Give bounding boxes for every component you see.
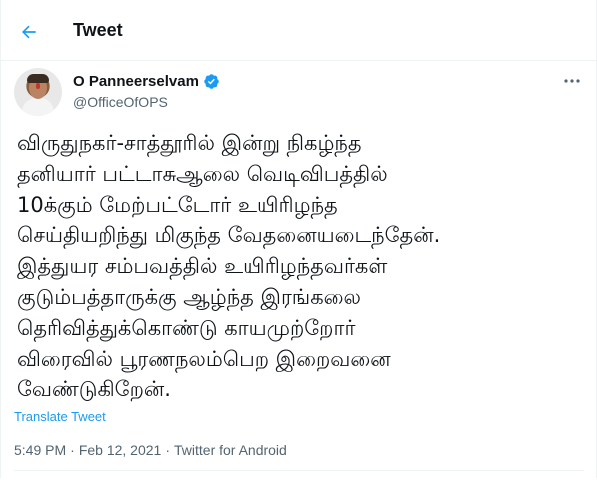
author-name-label: O Panneerselvam — [73, 73, 199, 90]
tweet-date[interactable]: Feb 12, 2021 — [79, 442, 162, 458]
meta-separator: · — [70, 442, 75, 458]
tweet-metadata: 5:49 PM · Feb 12, 2021 · Twitter for And… — [14, 442, 287, 458]
author-handle[interactable]: @OfficeOfOPS — [73, 94, 168, 110]
avatar[interactable] — [14, 68, 62, 116]
tweet-source[interactable]: Twitter for Android — [174, 442, 287, 458]
header-divider — [1, 60, 597, 61]
tweet-text: விருதுநகர்-சாத்தூரில் இன்று நிகழ்ந்த தனி… — [17, 131, 441, 402]
arrow-left-icon — [22, 25, 36, 39]
page-title: Tweet — [73, 20, 123, 40]
translate-tweet-link[interactable]: Translate Tweet — [14, 409, 106, 424]
more-button[interactable] — [559, 70, 585, 92]
verified-badge-icon — [204, 74, 219, 89]
meta-separator: · — [165, 442, 170, 458]
more-horizontal-icon — [564, 79, 580, 83]
tweet-time[interactable]: 5:49 PM — [14, 442, 66, 458]
header-bar: Tweet — [1, 0, 597, 62]
tweet-page: Tweet O Panneerselvam @OfficeOfOPS விருத… — [0, 0, 597, 478]
footer-divider — [14, 470, 584, 471]
author-name[interactable]: O Panneerselvam — [73, 73, 220, 90]
back-button[interactable] — [11, 14, 47, 50]
